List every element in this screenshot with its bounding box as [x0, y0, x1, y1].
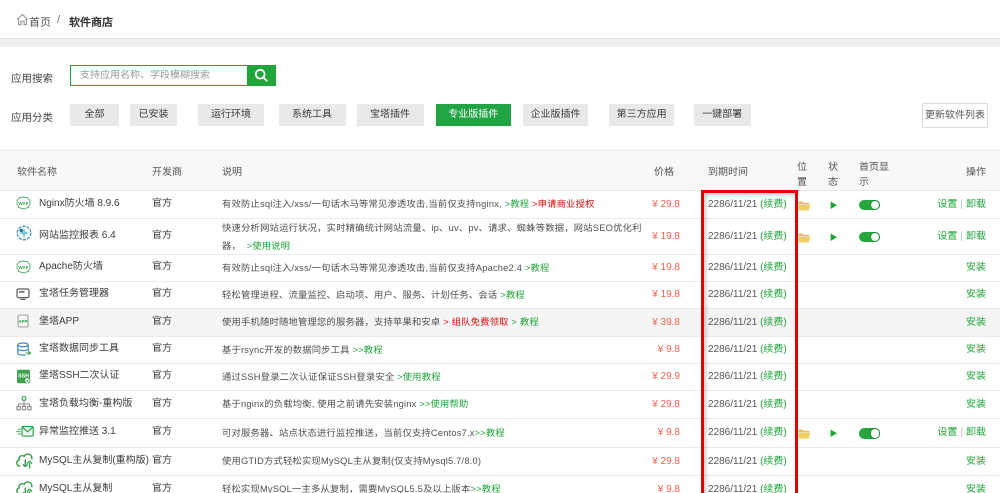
svg-text:WAF: WAF [18, 265, 28, 270]
svg-text:APP: APP [18, 319, 27, 324]
svg-text:WAF: WAF [18, 201, 28, 206]
